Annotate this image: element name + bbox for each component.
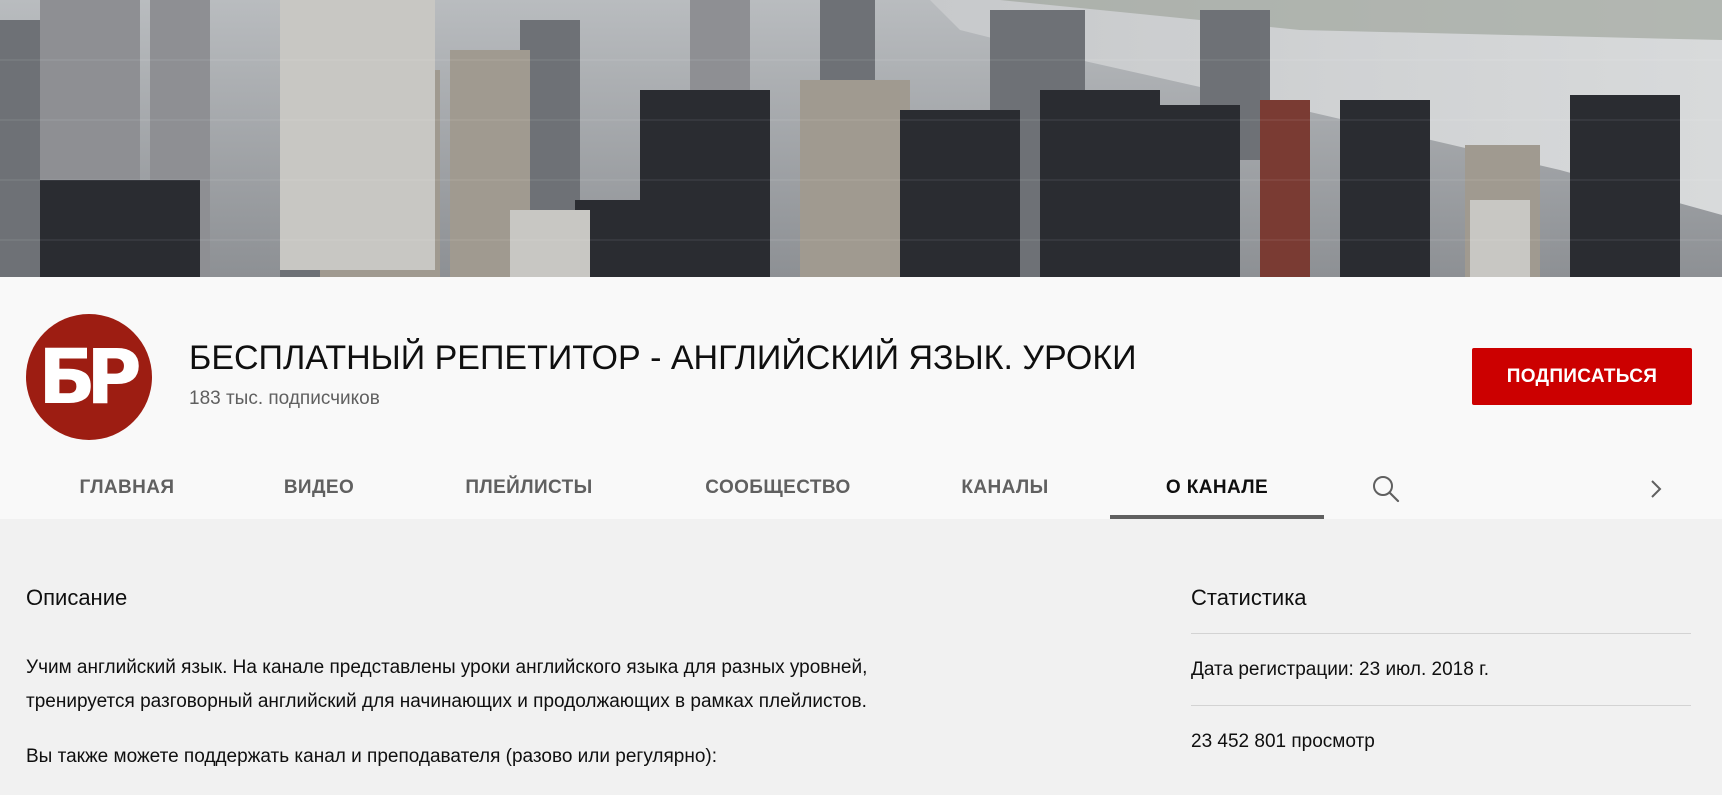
- tab-videos[interactable]: ВИДЕО: [260, 457, 378, 519]
- tab-playlists[interactable]: ПЛЕЙЛИСТЫ: [444, 457, 614, 519]
- tab-community[interactable]: СООБЩЕСТВО: [682, 457, 874, 519]
- description-paragraph: Вы также можете поддержать канал и препо…: [26, 740, 1066, 774]
- tab-home[interactable]: ГЛАВНАЯ: [56, 457, 198, 519]
- description-paragraph: Учим английский язык. На канале представ…: [26, 651, 1066, 719]
- channel-title: БЕСПЛАТНЫЙ РЕПЕТИТОР - АНГЛИЙСКИЙ ЯЗЫК. …: [189, 339, 1137, 377]
- chevron-right-icon[interactable]: [1640, 473, 1672, 505]
- subscribe-button[interactable]: ПОДПИСАТЬСЯ: [1472, 348, 1692, 405]
- stats-divider: [1191, 705, 1691, 706]
- channel-header: БР БЕСПЛАТНЫЙ РЕПЕТИТОР - АНГЛИЙСКИЙ ЯЗЫ…: [0, 277, 1722, 519]
- about-content: Описание Учим английский язык. На канале…: [0, 519, 1722, 771]
- channel-avatar[interactable]: БР: [26, 314, 152, 440]
- stats-heading: Статистика: [1191, 585, 1307, 610]
- avatar-logo-text: БР: [38, 332, 142, 421]
- tab-about[interactable]: О КАНАЛЕ: [1110, 457, 1324, 519]
- description-line: Учим английский язык. На канале представ…: [26, 657, 868, 678]
- registration-date: Дата регистрации: 23 июл. 2018 г.: [1191, 659, 1489, 680]
- description-line: тренируется разговорный английский для н…: [26, 691, 867, 712]
- view-count: 23 452 801 просмотр: [1191, 731, 1375, 752]
- description-body: Учим английский язык. На канале представ…: [26, 651, 1066, 795]
- tab-channels[interactable]: КАНАЛЫ: [940, 457, 1070, 519]
- channel-banner: [0, 0, 1722, 277]
- description-line: Вы также можете поддержать канал и препо…: [26, 746, 718, 767]
- description-heading: Описание: [26, 585, 128, 610]
- stats-divider: [1191, 633, 1691, 634]
- search-icon[interactable]: [1370, 473, 1402, 505]
- channel-tabs: ГЛАВНАЯ ВИДЕО ПЛЕЙЛИСТЫ СООБЩЕСТВО КАНАЛ…: [0, 457, 1722, 519]
- banner-cityscape-image: [0, 0, 1722, 277]
- subscriber-count: 183 тыс. подписчиков: [189, 388, 380, 409]
